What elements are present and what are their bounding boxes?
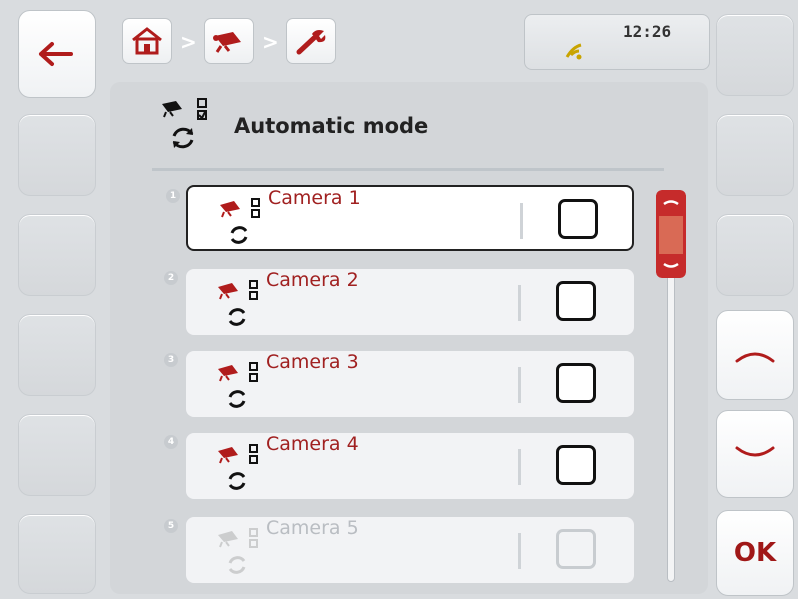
row-label: Camera 2 [266, 269, 359, 291]
row-index: 1 [166, 189, 180, 203]
camera-icon [213, 32, 241, 53]
row-index: 5 [164, 519, 178, 533]
camera-auto-icon [158, 96, 218, 160]
camera-auto-icon [220, 198, 260, 244]
checkbox[interactable] [556, 281, 596, 321]
camera-auto-icon [218, 362, 258, 408]
scroll-down-button[interactable] [716, 410, 794, 498]
scroll-up-button[interactable] [716, 310, 794, 400]
row-divider [518, 367, 521, 403]
breadcrumb-separator: > [180, 30, 197, 54]
row-label: Camera 5 [266, 517, 359, 539]
chevron-up-icon [735, 352, 775, 363]
breadcrumb-home[interactable] [122, 18, 172, 64]
list-item-camera-3[interactable]: 3 Camera 3 [164, 351, 634, 417]
softkey-left-5[interactable] [18, 414, 96, 496]
row-index: 2 [164, 271, 178, 285]
softkey-left-2[interactable] [18, 114, 96, 196]
row-index: 4 [164, 435, 178, 449]
row-divider [518, 449, 521, 485]
softkey-left-4[interactable] [18, 314, 96, 396]
checkbox[interactable] [556, 363, 596, 403]
list-item-camera-5: 5 Camera 5 [164, 517, 634, 583]
camera-auto-icon [218, 280, 258, 326]
ok-label: OK [733, 538, 777, 568]
home-icon [132, 27, 162, 55]
softkey-right-2[interactable] [716, 114, 794, 196]
softkey-left-3[interactable] [18, 214, 96, 296]
softkey-left-6[interactable] [18, 514, 96, 594]
list-item-camera-2[interactable]: 2 Camera 2 [164, 269, 634, 335]
page-title: Automatic mode [234, 114, 429, 138]
arrow-left-icon [39, 42, 73, 66]
checkbox[interactable] [556, 445, 596, 485]
softkey-right-1[interactable] [716, 14, 794, 96]
chevron-down-icon [735, 446, 775, 457]
camera-auto-icon [218, 528, 258, 574]
status-box: 12:26 [524, 14, 710, 70]
row-index: 3 [164, 353, 178, 367]
title-divider [152, 168, 664, 171]
breadcrumb-camera[interactable] [204, 18, 254, 64]
softkey-right-3[interactable] [716, 214, 794, 296]
header-bar: > > 12:26 [110, 10, 710, 80]
list-item-camera-1[interactable]: 1 Camera 1 [166, 185, 634, 251]
row-divider [518, 285, 521, 321]
row-divider [518, 533, 521, 569]
clock: 12:26 [623, 22, 672, 41]
row-divider [520, 203, 523, 239]
row-label: Camera 1 [268, 187, 361, 209]
list-item-camera-4[interactable]: 4 Camera 4 [164, 433, 634, 499]
wrench-icon [296, 30, 326, 55]
ok-button[interactable]: OK [716, 510, 794, 596]
checkbox[interactable] [558, 199, 598, 239]
breadcrumb-separator: > [262, 30, 279, 54]
row-label: Camera 3 [266, 351, 359, 373]
connection-icon [565, 43, 582, 60]
camera-auto-icon [218, 444, 258, 490]
checkbox [556, 529, 596, 569]
row-label: Camera 4 [266, 433, 359, 455]
breadcrumb-settings[interactable] [286, 18, 336, 64]
back-button[interactable] [18, 10, 96, 98]
scrollbar-thumb[interactable] [656, 190, 686, 278]
